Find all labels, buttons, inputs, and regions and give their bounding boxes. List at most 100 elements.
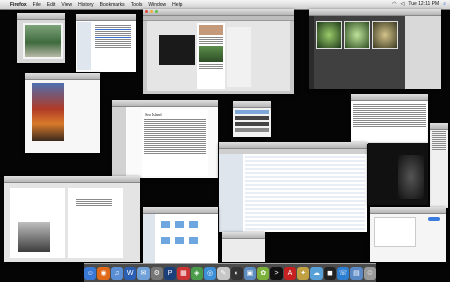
dock-photoshop-icon[interactable]: P	[163, 267, 177, 280]
dock-trash-icon[interactable]: ♲	[363, 267, 376, 280]
window-dark-backdrop[interactable]	[368, 143, 428, 205]
menu-app-name[interactable]: Firefox	[10, 2, 27, 8]
window-titlebar[interactable]	[309, 9, 441, 16]
window-titlebar[interactable]	[430, 123, 448, 130]
list-item[interactable]	[235, 122, 269, 126]
dock-word-icon[interactable]: W	[124, 267, 137, 280]
window-finder-list[interactable]	[233, 101, 271, 137]
dock-chat-icon[interactable]: ☁	[310, 267, 323, 280]
dock-network-utility-icon[interactable]: ✦	[297, 267, 310, 280]
window-titlebar[interactable]	[222, 232, 265, 239]
inspector-panel	[405, 16, 441, 89]
track-table[interactable]	[245, 154, 365, 230]
finder-sidebar	[143, 214, 155, 263]
page-area	[147, 21, 290, 91]
dock-adium-icon[interactable]: ✿	[257, 267, 270, 280]
search-icon[interactable]: ⌕	[443, 1, 446, 7]
window-titlebar[interactable]	[219, 142, 367, 149]
window-titlebar[interactable]	[233, 101, 271, 108]
menu-help[interactable]: Help	[172, 2, 182, 8]
window-preferences[interactable]	[222, 232, 265, 262]
window-titlebar[interactable]	[143, 207, 218, 214]
window-titlebar[interactable]	[112, 100, 218, 107]
article-column	[197, 23, 225, 89]
text-block	[93, 24, 133, 49]
dock-dvd-player-icon[interactable]: ◼	[323, 267, 336, 280]
window-narrow-right[interactable]	[430, 123, 448, 208]
cover-image	[32, 83, 64, 141]
dialog-panel	[374, 217, 416, 247]
window-titlebar[interactable]	[370, 207, 446, 214]
window-dialog[interactable]	[370, 207, 446, 262]
window-titlebar[interactable]	[4, 176, 140, 183]
dock-applications-folder-icon[interactable]: ▤	[350, 267, 363, 280]
dock-terminal-icon[interactable]: >	[270, 267, 283, 280]
dock-itunes-icon[interactable]: ♫	[110, 267, 123, 280]
window-firefox-gallery[interactable]	[143, 9, 294, 94]
pdf-title-lines	[74, 198, 114, 207]
folder-icon[interactable]	[189, 237, 198, 244]
wifi-icon[interactable]: ◠	[392, 1, 396, 7]
reader-sidebar	[112, 107, 126, 178]
list-item[interactable]	[235, 128, 269, 132]
dock-acrobat-icon[interactable]: A	[283, 267, 297, 280]
dock-ichat-icon[interactable]: ☏	[337, 267, 350, 280]
window-titlebar[interactable]	[76, 14, 136, 21]
dock-finder-icon[interactable]: ☺	[84, 267, 97, 280]
window-music-library[interactable]	[219, 142, 367, 232]
document-text	[351, 104, 428, 127]
clock[interactable]: Tue 12:11 PM	[408, 1, 439, 7]
side-column	[227, 27, 251, 87]
dock-preview-icon[interactable]: ◈	[190, 267, 203, 280]
window-finder-icons[interactable]	[143, 207, 218, 263]
book-page: Sea Island	[142, 110, 208, 176]
menu-window[interactable]: Window	[148, 2, 166, 8]
window-titlebar[interactable]	[351, 94, 428, 101]
volume-icon[interactable]: ◁	[400, 1, 404, 7]
dock-system-preferences-icon[interactable]: ⚙	[150, 267, 163, 280]
article-photo	[199, 46, 223, 62]
dock-safari-icon[interactable]: ◎	[203, 267, 217, 280]
window-text-document[interactable]	[351, 94, 428, 144]
window-photo-preview[interactable]	[17, 13, 65, 63]
menu-tools[interactable]: Tools	[131, 2, 143, 8]
window-comic-cover[interactable]	[25, 73, 100, 153]
dock: ☺ ◉ ♫ W ✉ ⚙ P ▦ ◈ ◎ ✎ ◐ ▣ ✿ > A ✦ ☁ ◼ ☏ ▤ ♲	[84, 263, 376, 282]
thumb-2[interactable]	[344, 21, 370, 49]
folder-icon[interactable]	[161, 221, 170, 228]
dock-firefox-icon[interactable]: ◉	[97, 267, 110, 280]
window-browser-small[interactable]	[76, 14, 136, 72]
window-titlebar[interactable]	[25, 73, 100, 80]
pdf-photo	[18, 222, 50, 252]
photo-thumbnail	[23, 23, 63, 59]
folder-icon[interactable]	[189, 221, 198, 228]
dock-iphoto-icon[interactable]: ▣	[243, 267, 257, 280]
thumb-3[interactable]	[372, 21, 398, 49]
folder-icon[interactable]	[175, 237, 184, 244]
list-item[interactable]	[235, 116, 269, 120]
window-titlebar[interactable]	[17, 13, 65, 20]
menu-edit[interactable]: Edit	[47, 2, 56, 8]
dock-ical-icon[interactable]: ▦	[177, 267, 190, 280]
menu-bookmarks[interactable]: Bookmarks	[100, 2, 125, 8]
dialog-button[interactable]	[428, 217, 440, 221]
window-pdf-document[interactable]	[4, 176, 140, 262]
folder-icon[interactable]	[161, 237, 170, 244]
list-item[interactable]	[235, 110, 269, 114]
menu-file[interactable]: File	[33, 2, 41, 8]
dark-plot-image	[159, 35, 195, 65]
dock-dashboard-icon[interactable]: ◐	[230, 267, 243, 280]
dock-mail-icon[interactable]: ✉	[137, 267, 150, 280]
folder-icon[interactable]	[175, 221, 184, 228]
menu-history[interactable]: History	[78, 2, 94, 8]
menu-view[interactable]: View	[61, 2, 72, 8]
window-titlebar[interactable]	[143, 9, 294, 16]
book-heading: Sea Island	[145, 112, 162, 117]
dock-textedit-icon[interactable]: ✎	[217, 267, 230, 280]
window-image-organizer[interactable]	[309, 9, 441, 89]
thumb-1[interactable]	[316, 21, 342, 49]
header-image	[199, 25, 223, 35]
window-book-reader[interactable]: Sea Island	[112, 100, 218, 178]
organizer-sidebar	[309, 16, 314, 89]
library-sidebar	[219, 154, 243, 232]
